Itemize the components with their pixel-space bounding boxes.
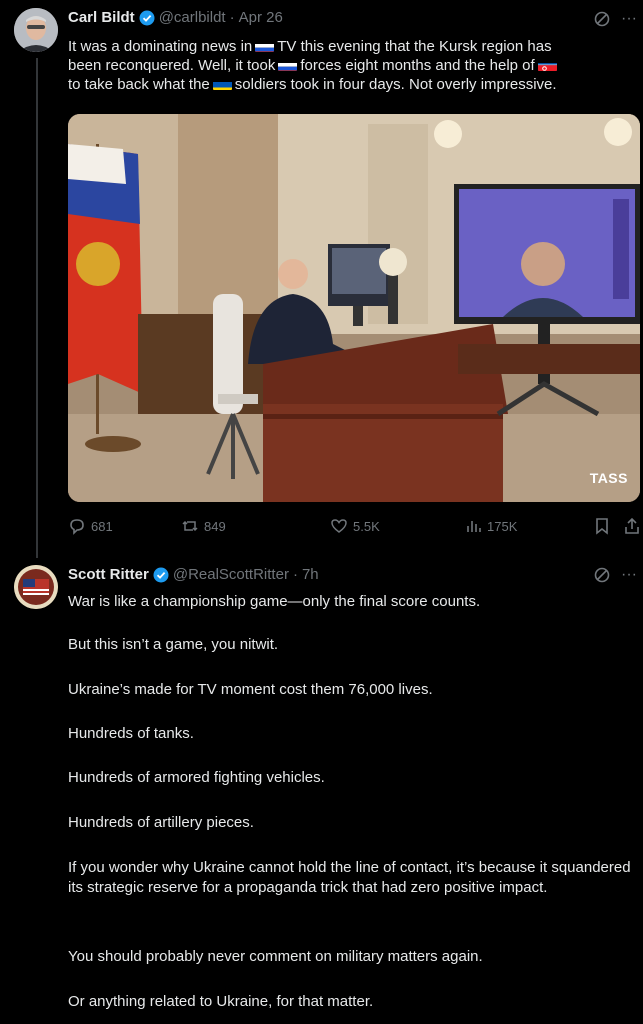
views-button[interactable]: 175K xyxy=(464,517,517,535)
more-options-icon[interactable]: ··· xyxy=(621,10,637,28)
reply-count: 681 xyxy=(91,518,113,534)
like-count: 5.5K xyxy=(353,518,380,534)
verified-badge-icon xyxy=(153,567,169,582)
tweet-top-icons: ··· xyxy=(593,10,637,28)
tweet-top-icons: ··· xyxy=(593,566,637,584)
photo-watermark: TASS xyxy=(589,470,628,486)
more-options-icon[interactable]: ··· xyxy=(621,566,637,584)
avatar[interactable] xyxy=(14,565,58,609)
tweet-paragraph: Hundreds of armored fighting vehicles. xyxy=(68,769,325,786)
author-name[interactable]: Carl Bildt xyxy=(68,9,135,26)
photo-office-scene xyxy=(68,114,640,502)
tweet-text-part: forces eight months and the help of xyxy=(300,57,535,74)
tweet-carl-bildt[interactable]: Carl Bildt @carlbildt · Apr 26 ··· It wa… xyxy=(0,0,643,560)
tweet-text-part: TV this evening that the Kursk region ha… xyxy=(277,38,552,55)
ukraine-flag-icon xyxy=(212,79,232,90)
like-button[interactable]: 5.5K xyxy=(330,517,380,535)
tweet-text: It was a dominating news in TV this eveni… xyxy=(68,37,638,94)
repost-button[interactable]: 849 xyxy=(181,517,226,535)
tweet-paragraph: Hundreds of tanks. xyxy=(68,725,194,742)
timestamp[interactable]: 7h xyxy=(302,566,319,583)
dot-separator: · xyxy=(292,566,298,583)
tweet-paragraph: Or anything related to Ukraine, for that… xyxy=(68,993,374,1010)
avatar-image xyxy=(14,8,58,52)
bookmark-button[interactable] xyxy=(593,517,611,535)
share-icon xyxy=(625,517,639,534)
bookmark-icon xyxy=(596,518,608,535)
tweet-paragraph: If you wonder why Ukraine cannot hold th… xyxy=(68,859,631,896)
views-count: 175K xyxy=(487,518,518,534)
tweet-paragraph: Hundreds of artillery pieces. xyxy=(68,814,254,831)
tweet-photo[interactable]: TASS xyxy=(68,114,640,502)
tweet-paragraph: Ukraine’s made for TV moment cost them 7… xyxy=(68,681,433,698)
tweet-text-part: been reconquered. Well, it took xyxy=(68,57,276,74)
verified-badge-icon xyxy=(139,10,155,25)
russia-flag-icon xyxy=(278,60,298,71)
tweet-header: Carl Bildt @carlbildt · Apr 26 xyxy=(68,9,283,26)
heart-icon xyxy=(331,519,347,533)
tweet-text-part: to take back what the xyxy=(68,76,210,93)
dot-separator: · xyxy=(229,9,235,26)
grok-icon[interactable] xyxy=(593,566,611,584)
author-handle[interactable]: @RealScottRitter xyxy=(173,566,289,583)
reply-icon xyxy=(70,519,84,535)
share-button[interactable] xyxy=(623,517,641,535)
tweet-paragraph: War is like a championship game—only the… xyxy=(68,593,481,610)
tweet-action-bar: 681 849 5.5K 175K xyxy=(68,517,643,537)
avatar[interactable] xyxy=(14,8,58,52)
north-korea-flag-icon xyxy=(537,60,557,71)
timestamp[interactable]: Apr 26 xyxy=(239,9,283,26)
avatar-image xyxy=(14,565,58,609)
tweet-text-part: soldiers took in four days. Not overly i… xyxy=(234,76,557,93)
tweet-header: Scott Ritter @RealScottRitter · 7h xyxy=(68,566,319,583)
reply-button[interactable]: 681 xyxy=(68,517,113,535)
repost-count: 849 xyxy=(204,518,226,534)
tweet-paragraph: But this isn’t a game, you nitwit. xyxy=(68,636,279,653)
grok-icon[interactable] xyxy=(593,10,611,28)
author-name[interactable]: Scott Ritter xyxy=(68,566,149,583)
views-icon xyxy=(467,521,481,532)
repost-icon xyxy=(182,520,198,532)
tweet-text-part: It was a dominating news in xyxy=(68,38,253,55)
author-handle[interactable]: @carlbildt xyxy=(159,9,226,26)
russia-flag-icon xyxy=(255,41,275,52)
tweet-paragraph: You should probably never comment on mil… xyxy=(68,948,483,965)
